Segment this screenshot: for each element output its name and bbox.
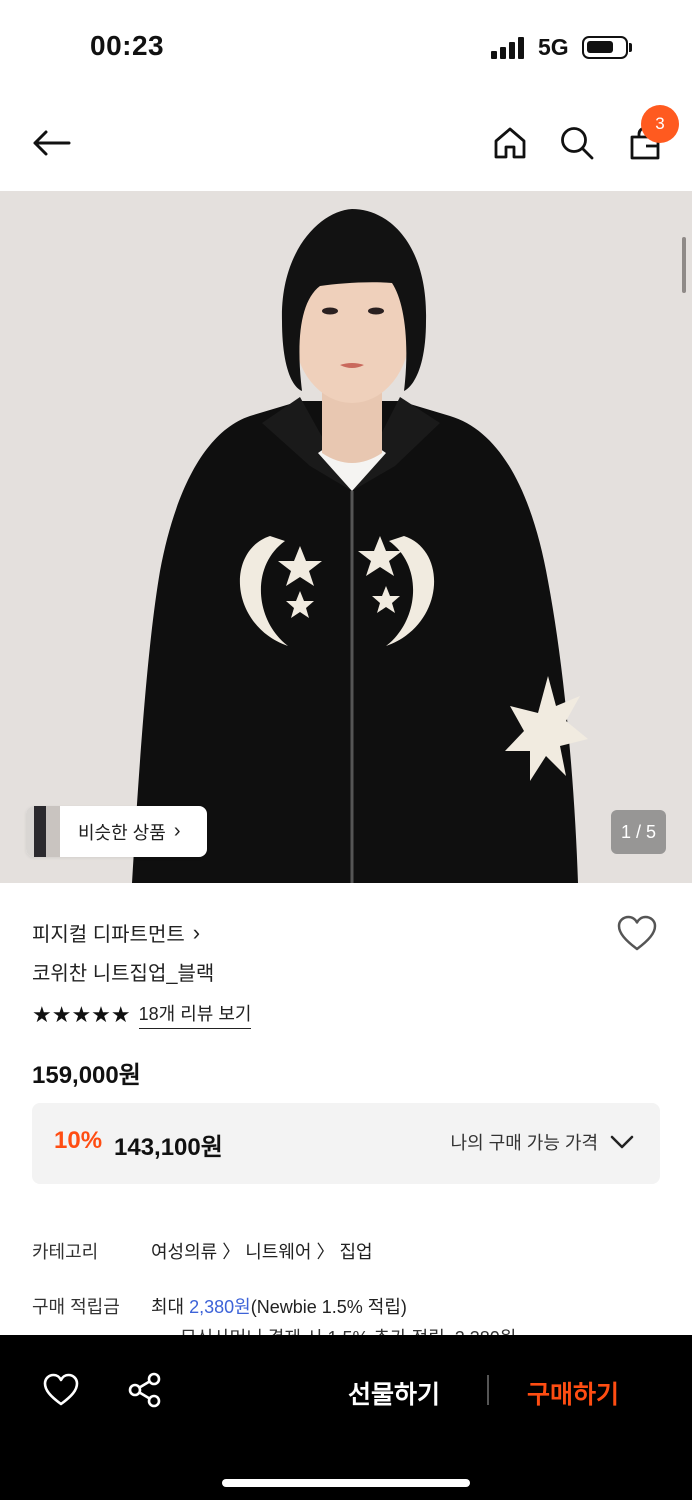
search-icon xyxy=(561,127,594,160)
product-title: 코위찬 니트집업_블랙 xyxy=(32,963,215,985)
divider xyxy=(487,1375,489,1405)
sale-price: 143,100원 xyxy=(114,1134,223,1161)
heart-outline-icon xyxy=(43,1373,79,1406)
home-indicator[interactable] xyxy=(222,1479,470,1487)
similar-products-button[interactable]: 비슷한 상품 › xyxy=(26,806,207,857)
points-suffix: (Newbie 1.5% 적립) xyxy=(250,1297,407,1317)
back-button[interactable] xyxy=(25,117,77,169)
product-image-carousel[interactable] xyxy=(0,191,692,883)
my-price-toggle[interactable]: 나의 구매 가능 가격 xyxy=(451,1129,634,1155)
similar-products-label: 비슷한 상품 xyxy=(78,822,166,843)
network-type: 5G xyxy=(538,34,569,60)
buy-button[interactable]: 구매하기 xyxy=(527,1375,619,1411)
home-icon xyxy=(494,127,526,159)
rating-row: ★★★★★ 18개 리뷰 보기 xyxy=(32,1000,252,1029)
share-icon xyxy=(128,1372,161,1408)
star-rating: ★★★★★ xyxy=(32,1001,131,1027)
wishlist-button[interactable] xyxy=(615,912,659,956)
points-label: 구매 적립금 xyxy=(32,1297,120,1317)
status-bar: 00:23 5G xyxy=(0,0,692,95)
chevron-right-icon: › xyxy=(192,919,201,945)
price-box: 10% 143,100원 나의 구매 가능 가격 xyxy=(32,1103,660,1184)
discount-rate: 10% xyxy=(54,1127,103,1154)
signal-strength-icon xyxy=(491,37,527,59)
search-button[interactable] xyxy=(551,117,603,169)
original-price: 159,000원 xyxy=(32,1062,141,1089)
scrollbar-thumb[interactable] xyxy=(682,237,686,293)
category-path[interactable]: 여성의류 〉 니트웨어 〉 집업 xyxy=(151,1238,373,1264)
battery-icon xyxy=(582,36,628,59)
home-button[interactable] xyxy=(484,117,536,169)
chevron-right-icon: › xyxy=(173,820,181,842)
bottom-action-bar: 선물하기 구매하기 xyxy=(0,1335,692,1500)
points-value-text: 최대 2,380원(Newbie 1.5% 적립) xyxy=(151,1293,407,1319)
points-row: 구매 적립금 최대 2,380원(Newbie 1.5% 적립) xyxy=(32,1293,407,1319)
top-nav-bar xyxy=(0,95,692,191)
chevron-down-icon xyxy=(610,1135,634,1149)
heart-outline-icon xyxy=(617,915,657,951)
bottom-wishlist-button[interactable] xyxy=(41,1372,81,1408)
similar-products-thumbnail xyxy=(26,806,60,857)
product-photo xyxy=(0,191,692,883)
points-prefix: 최대 xyxy=(151,1297,190,1317)
review-link[interactable]: 18개 리뷰 보기 xyxy=(138,1000,252,1029)
brand-name: 피지컬 디파트먼트 xyxy=(32,924,185,946)
category-row: 카테고리 여성의류 〉 니트웨어 〉 집업 xyxy=(32,1238,373,1264)
points-amount: 2,380원 xyxy=(189,1297,251,1317)
brand-link[interactable]: 피지컬 디파트먼트 › xyxy=(32,918,200,947)
my-price-label: 나의 구매 가능 가격 xyxy=(450,1133,598,1153)
arrow-left-icon xyxy=(33,130,71,156)
gift-button[interactable]: 선물하기 xyxy=(348,1375,440,1411)
image-counter: 1 / 5 xyxy=(611,810,666,854)
share-button[interactable] xyxy=(125,1371,165,1409)
category-label: 카테고리 xyxy=(32,1242,99,1262)
cart-count-badge: 3 xyxy=(641,105,679,143)
status-time: 00:23 xyxy=(90,30,165,61)
